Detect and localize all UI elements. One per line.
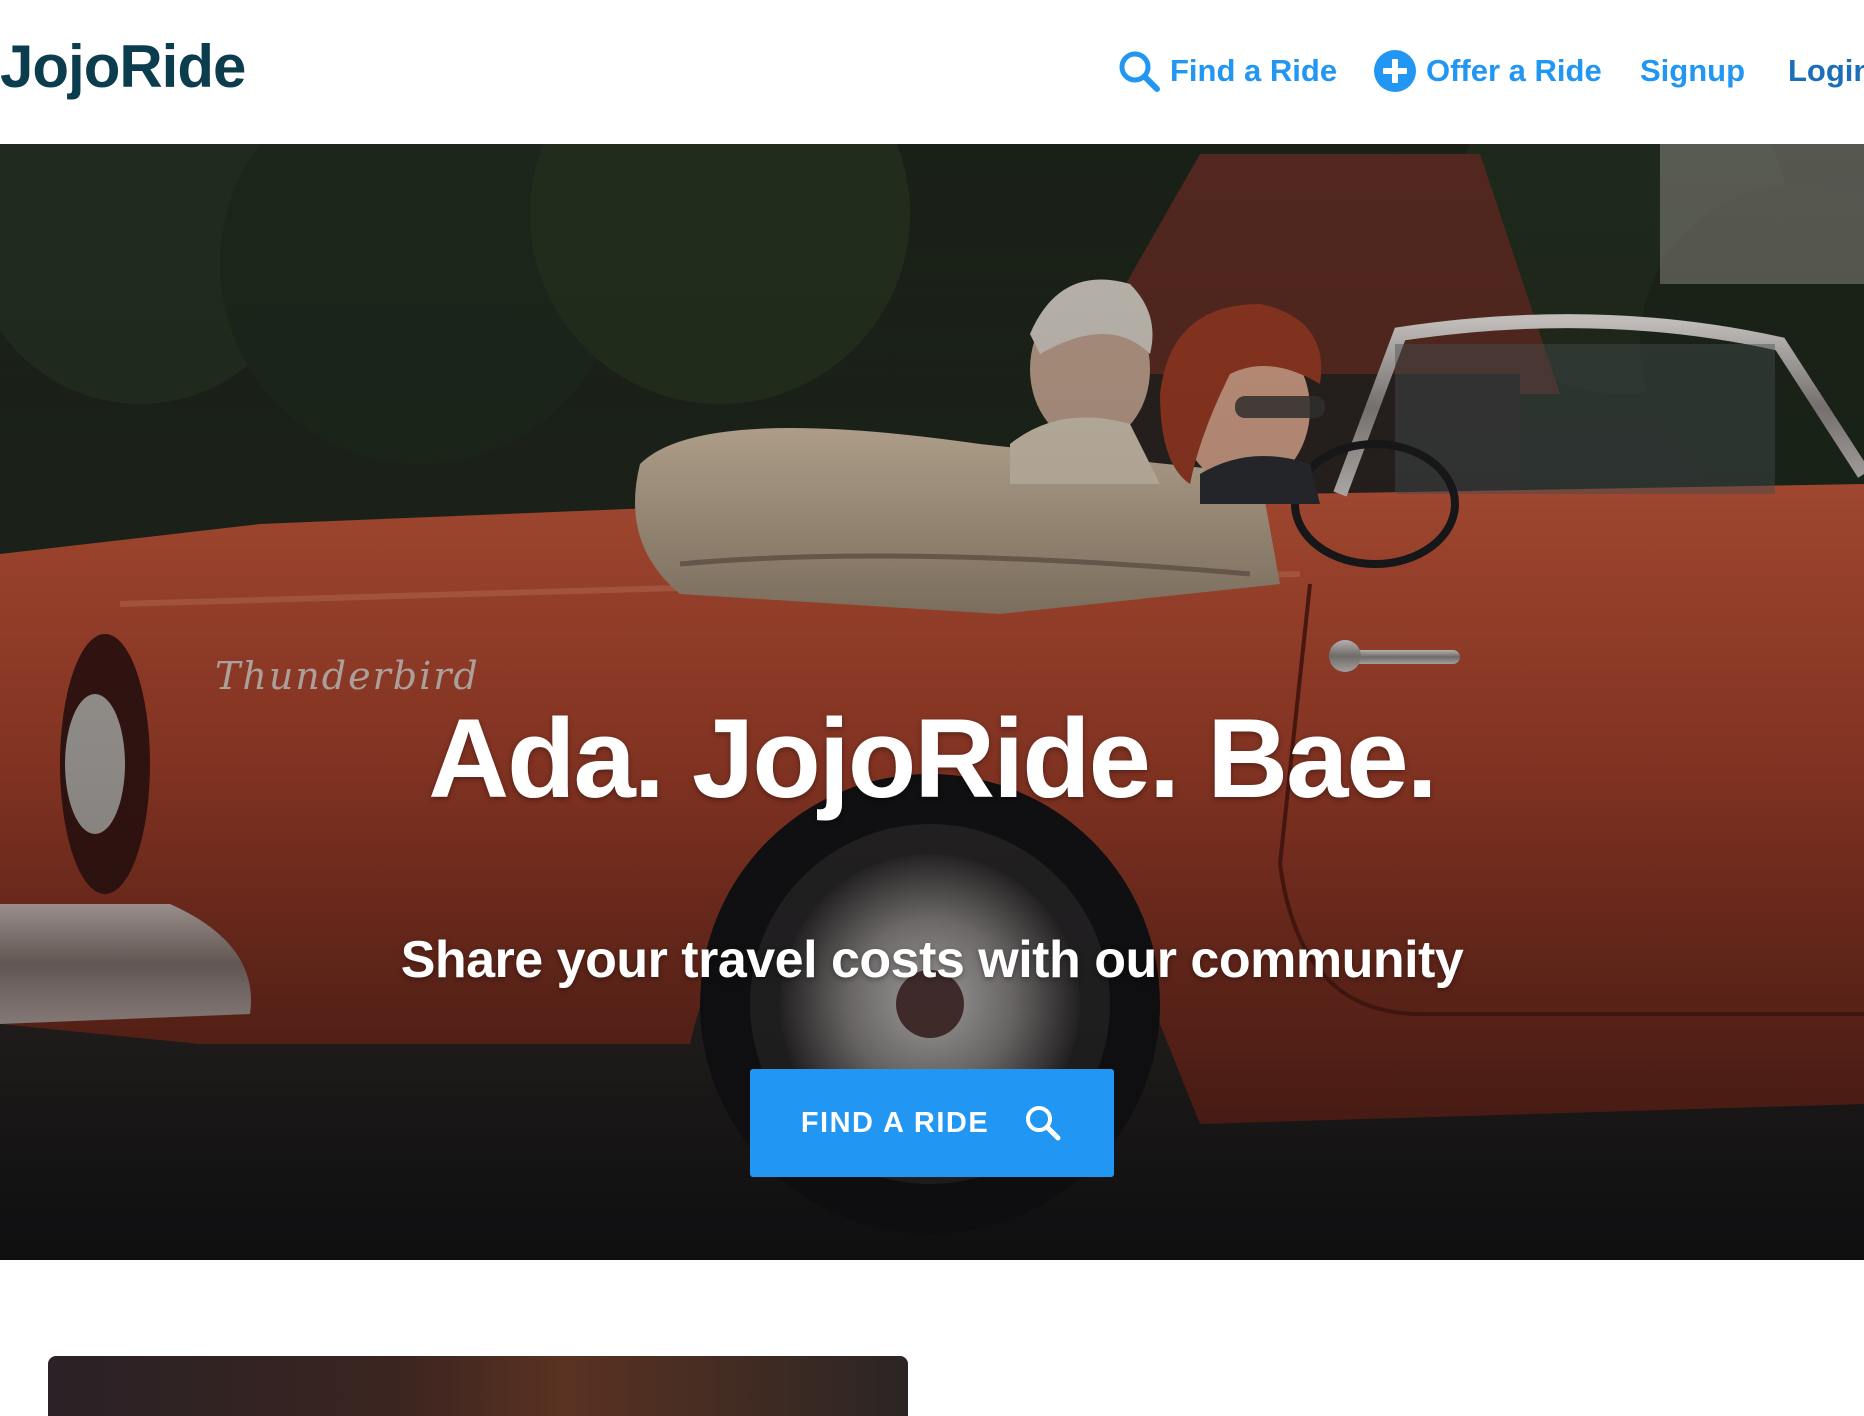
nav-login[interactable]: Login (1788, 46, 1864, 96)
hero-subtitle: Share your travel costs with our communi… (400, 931, 1464, 989)
nav-signup[interactable]: Signup (1640, 46, 1745, 96)
brand-logo[interactable]: JojoRide (0, 32, 246, 102)
featured-card-image (48, 1356, 908, 1416)
plus-circle-icon (1372, 48, 1418, 94)
nav-find-a-ride-label: Find a Ride (1170, 53, 1338, 88)
site-header: JojoRide Find a Ride Offer a Ride Signup… (0, 0, 1864, 144)
nav-offer-a-ride-label: Offer a Ride (1426, 53, 1602, 88)
search-icon (1023, 1103, 1063, 1143)
nav-signup-label: Signup (1640, 53, 1746, 88)
nav-find-a-ride[interactable]: Find a Ride (1116, 46, 1337, 96)
hero-title: Ada. JojoRide. Bae. (428, 696, 1438, 821)
find-a-ride-button[interactable]: FIND A RIDE (750, 1069, 1114, 1177)
hero-banner: Thunderbird Ada. JojoRide. Bae. Share yo… (0, 144, 1864, 1260)
search-icon (1116, 48, 1162, 94)
nav-login-label: Login (1788, 53, 1864, 88)
nav-offer-a-ride[interactable]: Offer a Ride (1372, 46, 1602, 96)
find-a-ride-button-label: FIND A RIDE (800, 1106, 990, 1139)
